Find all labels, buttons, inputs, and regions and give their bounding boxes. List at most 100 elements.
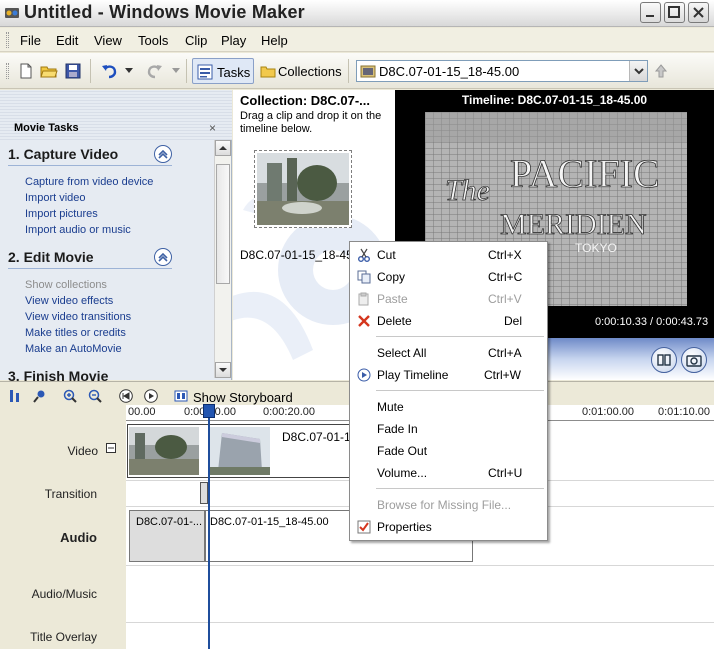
collections-button[interactable]: Collections	[258, 58, 342, 84]
movie-tasks-close-button[interactable]: ×	[209, 121, 216, 135]
open-project-icon[interactable]	[40, 62, 58, 80]
track-label-audio: Audio	[60, 530, 97, 545]
redo-dropdown-icon[interactable]	[172, 68, 180, 74]
up-folder-icon[interactable]	[652, 62, 670, 80]
undo-dropdown-icon[interactable]	[125, 68, 133, 74]
menu-play[interactable]: Play	[221, 33, 246, 48]
context-menu-shortcut: Ctrl+V	[488, 292, 522, 306]
maximize-button[interactable]	[664, 2, 685, 23]
tick-label: 0:01:00.00	[582, 406, 634, 418]
collection-dropdown-arrow[interactable]	[629, 61, 647, 81]
context-menu-volume[interactable]: Volume... Ctrl+U	[351, 462, 547, 484]
arrow-down-icon	[219, 368, 227, 372]
collapse-video-track-icon[interactable]	[106, 443, 116, 453]
collection-dropdown[interactable]: D8C.07-01-15_18-45.00	[356, 60, 648, 82]
context-menu-fade-out[interactable]: Fade Out	[351, 440, 547, 462]
context-menu-mute[interactable]: Mute	[351, 396, 547, 418]
link-make-titles-or-credits[interactable]: Make titles or credits	[25, 327, 126, 339]
track-label-title-overlay: Title Overlay	[30, 630, 97, 644]
clip-thumbnail[interactable]	[254, 150, 352, 228]
context-menu-cut[interactable]: Cut Ctrl+X	[351, 244, 547, 266]
scrollbar-thumb[interactable]	[216, 164, 230, 284]
context-menu-fade-in[interactable]: Fade In	[351, 418, 547, 440]
menu-separator	[376, 336, 544, 337]
video-clip-thumbnail[interactable]	[129, 427, 199, 475]
context-menu-label: Mute	[377, 400, 404, 414]
play-icon	[357, 368, 371, 382]
window-title: Untitled - Windows Movie Maker	[24, 2, 305, 22]
context-menu-label: Fade In	[377, 422, 418, 436]
context-menu-play-timeline[interactable]: Play Timeline Ctrl+W	[351, 364, 547, 386]
take-picture-button[interactable]	[681, 347, 707, 373]
movie-tasks-title: Movie Tasks	[14, 122, 79, 134]
playhead-handle[interactable]	[203, 404, 215, 418]
task-section-edit-movie[interactable]: 2. Edit Movie	[8, 249, 94, 265]
menu-edit[interactable]: Edit	[56, 33, 78, 48]
title-bar: Untitled - Windows Movie Maker	[0, 0, 714, 27]
collapse-edit-movie-button[interactable]	[154, 248, 172, 266]
split-icon	[657, 354, 671, 366]
menu-separator	[376, 390, 544, 391]
context-menu-label: Select All	[377, 346, 427, 360]
track-label-transition: Transition	[44, 487, 97, 501]
link-view-video-effects[interactable]: View video effects	[25, 295, 113, 307]
menu-help[interactable]: Help	[261, 33, 288, 48]
link-import-pictures[interactable]: Import pictures	[25, 208, 98, 220]
close-window-button[interactable]	[688, 2, 709, 23]
storyboard-icon[interactable]	[174, 389, 188, 403]
task-pane-scrollbar[interactable]	[214, 140, 231, 378]
tick-label: 0:00:20.00	[263, 406, 315, 418]
scroll-down-button[interactable]	[215, 362, 231, 378]
arrow-up-icon	[219, 146, 227, 150]
minimize-button[interactable]	[640, 2, 661, 23]
link-make-an-automovie[interactable]: Make an AutoMovie	[25, 343, 122, 355]
new-project-icon[interactable]	[17, 62, 35, 80]
tasks-button[interactable]: Tasks	[192, 58, 254, 84]
context-menu-copy[interactable]: Copy Ctrl+C	[351, 266, 547, 288]
context-menu-select-all[interactable]: Select All Ctrl+A	[351, 342, 547, 364]
show-storyboard-button[interactable]: Show Storyboard	[193, 390, 293, 405]
transition-cell[interactable]	[200, 482, 208, 504]
movie-tasks-pane: Movie Tasks × 1. Capture Video Capture f…	[0, 90, 232, 384]
tasks-label: Tasks	[217, 65, 251, 80]
audio-clip-name: D8C.07-01-...	[136, 516, 203, 528]
context-menu-label: Cut	[377, 248, 396, 262]
zoom-in-icon[interactable]	[63, 389, 77, 403]
tick-label: 00.00	[128, 406, 156, 418]
menu-view[interactable]: View	[94, 33, 122, 48]
collection-title: Collection: D8C.07-...	[240, 93, 371, 108]
video-clip-thumbnail[interactable]	[208, 427, 270, 475]
link-import-video[interactable]: Import video	[25, 192, 86, 204]
collections-label: Collections	[278, 64, 342, 79]
narrate-timeline-icon[interactable]	[33, 389, 47, 403]
monitor-title: Timeline: D8C.07-01-15_18-45.00	[461, 93, 648, 107]
link-show-collections: Show collections	[25, 279, 107, 291]
tasks-icon	[197, 64, 213, 80]
context-menu-delete[interactable]: Delete Del	[351, 310, 547, 332]
context-menu-properties[interactable]: Properties	[351, 516, 547, 538]
clip-garden-image	[257, 153, 349, 225]
context-menu-label: Copy	[377, 270, 406, 284]
context-menu-shortcut: Ctrl+W	[484, 368, 521, 382]
zoom-out-icon[interactable]	[88, 389, 102, 403]
set-audio-levels-icon[interactable]	[8, 389, 22, 403]
menu-tools[interactable]: Tools	[138, 33, 168, 48]
context-menu-label: Delete	[377, 314, 412, 328]
link-view-video-transitions[interactable]: View video transitions	[25, 311, 131, 323]
split-clip-button[interactable]	[651, 347, 677, 373]
task-section-capture-video[interactable]: 1. Capture Video	[8, 146, 118, 162]
collapse-capture-video-button[interactable]	[154, 145, 172, 163]
undo-icon[interactable]	[100, 62, 118, 80]
link-import-audio-or-music[interactable]: Import audio or music	[25, 224, 131, 236]
maximize-icon	[668, 6, 680, 18]
scroll-up-button[interactable]	[215, 140, 231, 156]
redo-icon[interactable]	[146, 62, 164, 80]
rewind-timeline-icon[interactable]	[119, 389, 133, 403]
menu-file[interactable]: File	[20, 33, 41, 48]
save-project-icon[interactable]	[64, 62, 82, 80]
menu-clip[interactable]: Clip	[185, 33, 207, 48]
playhead-line	[208, 408, 210, 649]
link-capture-from-video-device[interactable]: Capture from video device	[25, 176, 153, 188]
play-timeline-icon[interactable]	[144, 389, 158, 403]
collection-selected-value: D8C.07-01-15_18-45.00	[379, 64, 520, 79]
